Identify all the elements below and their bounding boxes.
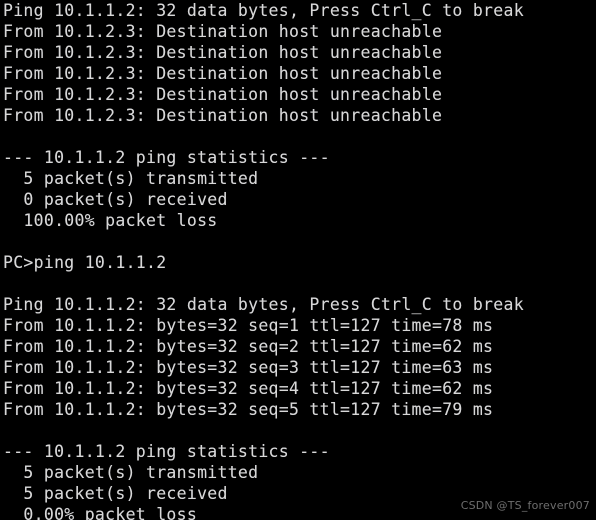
ping-reply-seq-5: From 10.1.1.2: bytes=32 seq=5 ttl=127 ti… (3, 400, 494, 419)
unreachable-reply-1: From 10.1.2.3: Destination host unreacha… (3, 22, 443, 41)
ping-header-success: Ping 10.1.1.2: 32 data bytes, Press Ctrl… (3, 295, 524, 314)
ping-reply-seq-4: From 10.1.1.2: bytes=32 seq=4 ttl=127 ti… (3, 379, 494, 398)
stats-received-failed: 0 packet(s) received (3, 190, 228, 209)
stats-header-failed: --- 10.1.1.2 ping statistics --- (3, 148, 330, 167)
stats-loss-failed: 100.00% packet loss (3, 211, 218, 230)
stats-header-success: --- 10.1.1.2 ping statistics --- (3, 442, 330, 461)
console-output[interactable]: Ping 10.1.1.2: 32 data bytes, Press Ctrl… (3, 0, 596, 520)
ping-reply-seq-2: From 10.1.1.2: bytes=32 seq=2 ttl=127 ti… (3, 337, 494, 356)
unreachable-reply-2: From 10.1.2.3: Destination host unreacha… (3, 43, 443, 62)
ping-header-failed: Ping 10.1.1.2: 32 data bytes, Press Ctrl… (3, 1, 524, 20)
prompt-command-ping: PC>ping 10.1.1.2 (3, 253, 167, 272)
stats-transmitted-failed: 5 packet(s) transmitted (3, 169, 259, 188)
ping-reply-seq-3: From 10.1.1.2: bytes=32 seq=3 ttl=127 ti… (3, 358, 494, 377)
stats-transmitted-success: 5 packet(s) transmitted (3, 463, 259, 482)
unreachable-reply-3: From 10.1.2.3: Destination host unreacha… (3, 64, 443, 83)
terminal-window[interactable]: Ping 10.1.1.2: 32 data bytes, Press Ctrl… (0, 0, 596, 520)
unreachable-reply-4: From 10.1.2.3: Destination host unreacha… (3, 85, 443, 104)
ping-reply-seq-1: From 10.1.1.2: bytes=32 seq=1 ttl=127 ti… (3, 316, 494, 335)
unreachable-reply-5: From 10.1.2.3: Destination host unreacha… (3, 106, 443, 125)
watermark-label: CSDN @TS_forever007 (460, 499, 590, 512)
